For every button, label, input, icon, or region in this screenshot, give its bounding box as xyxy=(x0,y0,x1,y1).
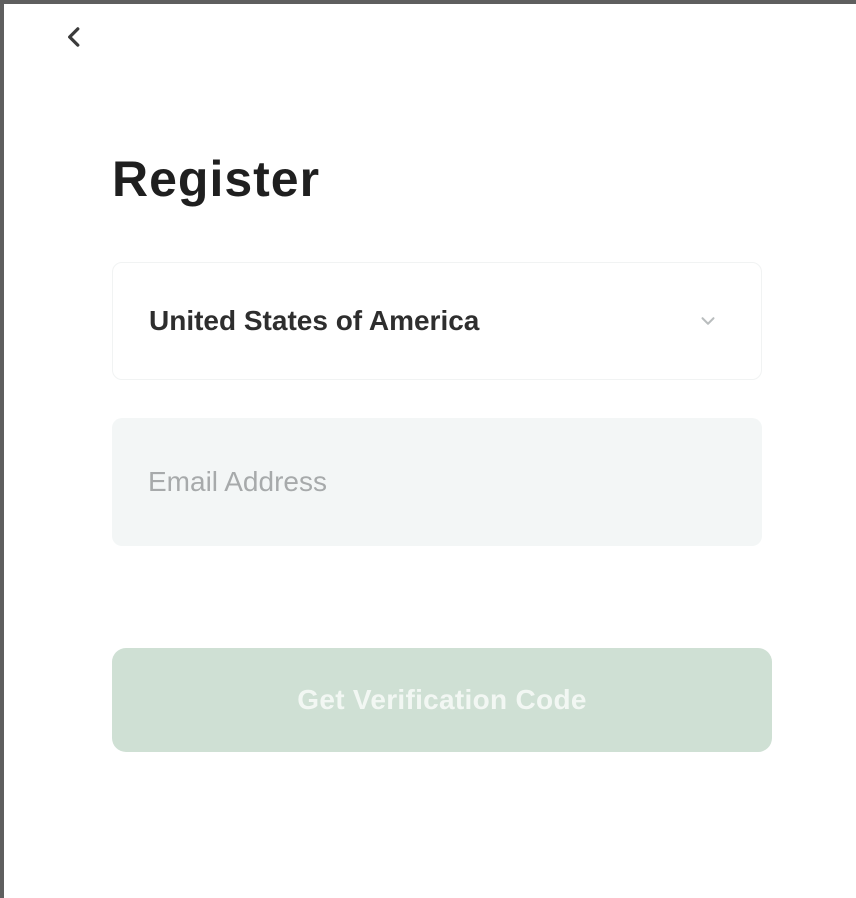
country-select-value: United States of America xyxy=(149,305,480,336)
chevron-down-icon xyxy=(691,304,725,338)
register-screen: Register United States of America Get Ve… xyxy=(0,0,856,898)
chevron-left-icon xyxy=(61,24,87,53)
get-verification-code-button[interactable]: Get Verification Code xyxy=(112,648,772,752)
country-select[interactable]: United States of America xyxy=(112,262,762,380)
back-button[interactable] xyxy=(56,18,92,58)
get-verification-code-label: Get Verification Code xyxy=(297,684,587,715)
page-title: Register xyxy=(112,151,321,207)
email-field[interactable] xyxy=(112,418,762,546)
